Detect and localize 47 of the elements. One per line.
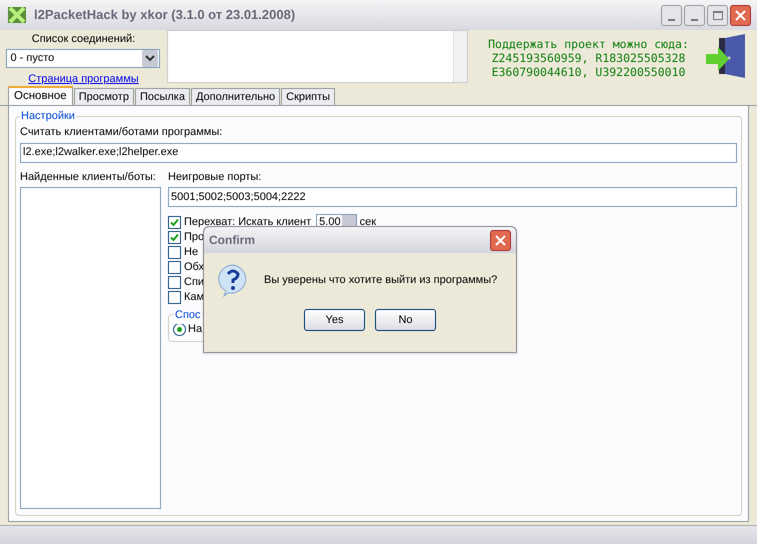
checkbox[interactable] bbox=[168, 291, 181, 304]
tab[interactable]: Основное bbox=[8, 86, 73, 105]
group-title: Настройки bbox=[20, 108, 76, 124]
programs-label: Считать клиентами/ботами программы: bbox=[20, 125, 224, 140]
ports-label: Неигровые порты: bbox=[168, 170, 262, 184]
donate-text: E360790044610, U392200550010 bbox=[492, 65, 686, 79]
connections-label: Список соединений: bbox=[32, 32, 136, 47]
checkbox[interactable] bbox=[168, 276, 181, 289]
tab[interactable]: Дополнительно bbox=[190, 88, 280, 105]
option-label: Обх bbox=[184, 260, 204, 276]
option-label: Про bbox=[184, 230, 204, 246]
close-button[interactable] bbox=[490, 230, 511, 250]
programs-field[interactable]: l2.exe;l2walker.exe;l2helper.exe bbox=[20, 142, 737, 162]
close-button[interactable] bbox=[730, 4, 751, 26]
radio-label: На bbox=[188, 322, 202, 338]
checkbox[interactable] bbox=[168, 216, 181, 229]
radio-button[interactable] bbox=[173, 323, 186, 336]
close-icon bbox=[735, 10, 746, 20]
maximize-button[interactable] bbox=[707, 4, 728, 26]
close-icon bbox=[495, 234, 506, 246]
found-label: Найденные клиенты/боты: bbox=[20, 170, 157, 184]
option-label: Не bbox=[184, 245, 198, 260]
tab[interactable]: Просмотр bbox=[74, 88, 134, 105]
connection-dropdown[interactable]: 0 - пусто bbox=[6, 48, 160, 68]
found-list[interactable] bbox=[20, 187, 161, 509]
group-title: Спос bbox=[174, 307, 202, 324]
option-label: Перехват: Искать клиент bbox=[184, 215, 312, 230]
dialog-button[interactable]: No bbox=[375, 309, 436, 331]
checkbox[interactable] bbox=[168, 261, 181, 274]
ports-field[interactable]: 5001;5002;5003;5004;2222 bbox=[168, 187, 737, 207]
unit-label: сек bbox=[360, 215, 376, 230]
checkbox[interactable] bbox=[168, 231, 181, 244]
minimize-button[interactable] bbox=[684, 4, 705, 26]
dialog-button[interactable]: Yes bbox=[304, 309, 365, 331]
caret-icon bbox=[142, 50, 158, 66]
donate-text: Поддержать проект можно сюда: bbox=[488, 37, 689, 51]
donate-text: Z245193560959, R183025505328 bbox=[492, 51, 686, 65]
minimize-button[interactable] bbox=[661, 4, 682, 26]
program-page-link[interactable]: Страница программы bbox=[28, 70, 139, 87]
dialog-message: Вы уверены что хотите выйти из программы? bbox=[264, 272, 498, 288]
app-icon bbox=[6, 4, 28, 26]
scrollbar[interactable] bbox=[453, 31, 467, 82]
tab[interactable]: Скрипты bbox=[281, 88, 336, 105]
checkbox[interactable] bbox=[168, 246, 181, 259]
dialog-title: Confirm bbox=[209, 232, 255, 249]
tab[interactable]: Посылка bbox=[134, 88, 190, 105]
window-title: l2PacketHack by xkor (3.1.0 от 23.01.2008) bbox=[34, 6, 296, 24]
